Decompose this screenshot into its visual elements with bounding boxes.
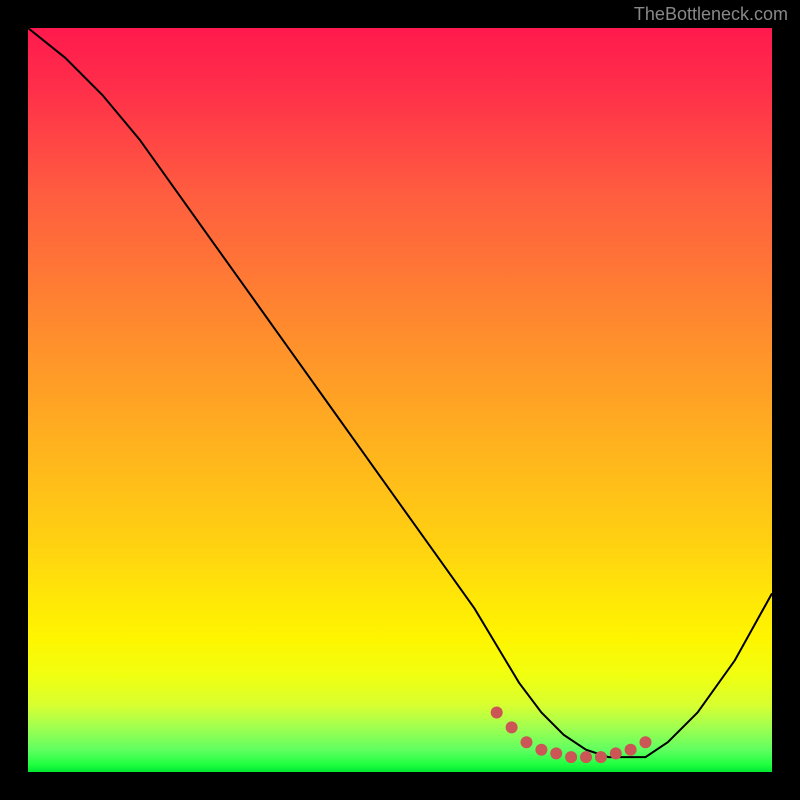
- marker-dot: [610, 747, 622, 759]
- chart-plot-area: [28, 28, 772, 772]
- marker-dot: [521, 736, 533, 748]
- marker-dot: [550, 747, 562, 759]
- marker-dot: [565, 751, 577, 763]
- watermark-text: TheBottleneck.com: [634, 4, 788, 25]
- marker-dot: [640, 736, 652, 748]
- optimal-range-markers: [491, 707, 652, 764]
- marker-dot: [580, 751, 592, 763]
- marker-dot: [506, 721, 518, 733]
- marker-dot: [535, 744, 547, 756]
- marker-dot: [625, 744, 637, 756]
- chart-svg: [28, 28, 772, 772]
- marker-dot: [491, 707, 503, 719]
- marker-dot: [595, 751, 607, 763]
- bottleneck-curve-line: [28, 28, 772, 757]
